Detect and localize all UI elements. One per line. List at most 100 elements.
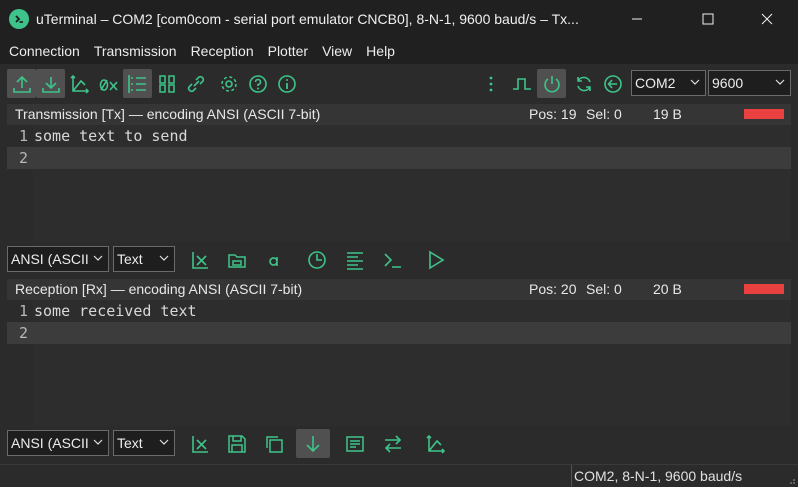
- tx-open-file-button[interactable]: [222, 245, 251, 274]
- baud-select[interactable]: 9600: [708, 70, 791, 96]
- main-toolbar: COM2 9600: [0, 64, 798, 103]
- menu-transmission[interactable]: Transmission: [87, 38, 184, 64]
- line-number: 1: [18, 127, 28, 145]
- folder-icon: [227, 253, 246, 268]
- rx-text-button[interactable]: [340, 429, 369, 458]
- tx-mode-value: Text: [117, 251, 143, 267]
- rx-encoding-value: ANSI (ASCII: [11, 435, 89, 451]
- refresh-button[interactable]: [569, 69, 598, 98]
- settings-button[interactable]: [214, 69, 243, 98]
- clear-icon: [191, 435, 208, 453]
- minimize-icon: [632, 18, 642, 20]
- swap-arrows-icon: [384, 434, 401, 453]
- rx-clear-button[interactable]: [185, 429, 214, 458]
- signal-button[interactable]: [507, 69, 536, 98]
- port-select[interactable]: COM2: [631, 70, 706, 96]
- rx-swap-button[interactable]: [378, 429, 407, 458]
- line-text: some text to send: [34, 127, 188, 145]
- upload-button[interactable]: [7, 69, 36, 98]
- tx-terminal-button[interactable]: [378, 245, 407, 274]
- rx-encoding-select[interactable]: ANSI (ASCII: [7, 430, 109, 456]
- rx-editor[interactable]: 1 some received text 2: [7, 300, 791, 426]
- binary-button[interactable]: [152, 69, 181, 98]
- menu-bar: Connection Transmission Reception Plotte…: [0, 38, 798, 64]
- arrow-left-circle-icon: [603, 74, 622, 93]
- close-icon: [761, 13, 773, 25]
- tx-send-button[interactable]: [421, 245, 450, 274]
- menu-help[interactable]: Help: [359, 38, 402, 64]
- info-button[interactable]: [272, 69, 301, 98]
- tx-toolbar: ANSI (ASCII Text: [0, 243, 798, 276]
- binary-icon: [158, 74, 175, 93]
- tx-timer-button[interactable]: [302, 245, 331, 274]
- download-button[interactable]: [36, 69, 65, 98]
- rx-plot-button[interactable]: [421, 429, 450, 458]
- help-button[interactable]: [243, 69, 272, 98]
- menu-connection[interactable]: Connection: [0, 38, 87, 64]
- arrow-down-icon: [306, 435, 320, 452]
- list-icon: [127, 74, 146, 93]
- chevron-down-icon: [93, 439, 103, 445]
- power-button[interactable]: [537, 69, 566, 98]
- tx-encoding-button[interactable]: [259, 245, 288, 274]
- tx-panel-header: Transmission [Tx] — encoding ANSI (ASCII…: [7, 104, 791, 125]
- hex-button[interactable]: [94, 69, 123, 98]
- rx-toolbar: ANSI (ASCII Text: [0, 427, 798, 460]
- chevron-down-icon: [93, 255, 103, 261]
- link-button[interactable]: [181, 69, 210, 98]
- save-icon: [227, 434, 246, 453]
- rx-autoscroll-button[interactable]: [296, 429, 330, 458]
- menu-view[interactable]: View: [315, 38, 359, 64]
- pulse-icon: [512, 77, 531, 90]
- rx-copy-button[interactable]: [259, 429, 288, 458]
- rx-save-button[interactable]: [222, 429, 251, 458]
- window-title: uTerminal – COM2 [com0com - serial port …: [36, 11, 579, 27]
- kebab-icon: [489, 76, 493, 91]
- play-icon: [428, 250, 445, 269]
- chevron-down-icon: [159, 255, 169, 261]
- gear-icon: [220, 75, 237, 92]
- maximize-button[interactable]: [685, 0, 731, 38]
- line-text: some received text: [34, 302, 197, 320]
- letter-a-icon: [268, 256, 278, 266]
- info-icon: [277, 74, 296, 93]
- clock-icon: [307, 250, 326, 269]
- connection-status: COM2, 8-N-1, 9600 baud/s: [571, 465, 742, 487]
- link-icon: [187, 75, 204, 92]
- line-number: 1: [18, 302, 28, 320]
- rx-mode-value: Text: [117, 435, 143, 451]
- tx-sel: Sel: 0: [586, 106, 622, 122]
- power-icon: [543, 75, 560, 92]
- rx-mode-select[interactable]: Text: [113, 430, 175, 456]
- line-number: 2: [18, 149, 28, 167]
- menu-plotter[interactable]: Plotter: [261, 38, 315, 64]
- resize-grip-icon[interactable]: [786, 475, 796, 485]
- rx-line-current: 2: [7, 322, 791, 344]
- terminal-icon: [383, 252, 401, 268]
- back-button[interactable]: [598, 69, 627, 98]
- help-icon: [248, 74, 267, 93]
- app-logo-icon: [9, 9, 29, 29]
- tx-pos: Pos: 19: [529, 106, 577, 122]
- tx-editor[interactable]: 1 some text to send 2: [7, 125, 791, 242]
- text-box-icon: [345, 435, 364, 452]
- tx-clear-button[interactable]: [185, 245, 214, 274]
- port-select-value: COM2: [635, 75, 676, 91]
- rx-pos: Pos: 20: [529, 281, 577, 297]
- tx-status-indicator: [744, 109, 784, 119]
- rx-panel-header: Reception [Rx] — encoding ANSI (ASCII 7-…: [7, 279, 791, 300]
- rx-status-indicator: [744, 284, 784, 294]
- copy-icon: [265, 435, 283, 453]
- tx-align-button[interactable]: [340, 245, 369, 274]
- tx-encoding-select[interactable]: ANSI (ASCII: [7, 246, 109, 272]
- minimize-button[interactable]: [614, 0, 660, 38]
- text-align-icon: [346, 251, 363, 270]
- tx-line-current: 2: [7, 147, 791, 169]
- close-button[interactable]: [744, 0, 790, 38]
- rx-sel: Sel: 0: [586, 281, 622, 297]
- tx-mode-select[interactable]: Text: [113, 246, 175, 272]
- list-button[interactable]: [123, 69, 152, 98]
- more-options-button[interactable]: [477, 69, 505, 98]
- menu-reception[interactable]: Reception: [184, 38, 261, 64]
- plot-axes-button[interactable]: [65, 69, 94, 98]
